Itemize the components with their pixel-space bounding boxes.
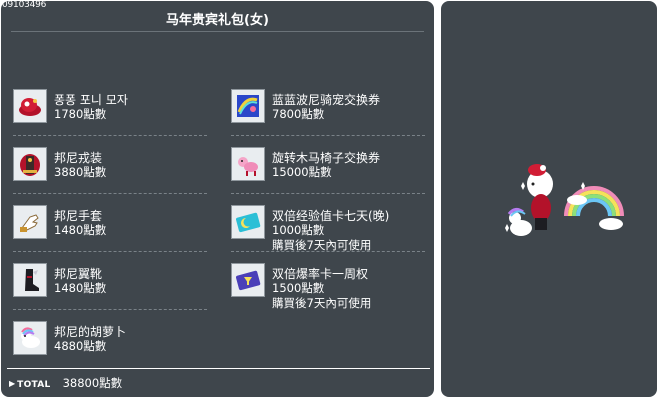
item-divider — [13, 193, 207, 194]
package-item[interactable]: 퐁퐁 포니 모자 1780點數 — [13, 89, 213, 129]
item-price: 1480點數 — [54, 281, 107, 295]
carousel-chair-icon — [231, 147, 265, 181]
package-item[interactable]: 蓝蓝波尼骑宠交换券 7800點數 — [231, 89, 431, 129]
total-divider — [7, 368, 430, 369]
winged-boots-icon — [13, 263, 47, 297]
item-price: 15000點數 — [272, 165, 332, 179]
item-price: 1780點數 — [54, 107, 107, 121]
package-title: 马年贵宾礼包(女) — [166, 13, 269, 28]
pony-hat-icon — [13, 89, 47, 123]
package-panel: 09103496 马年贵宾礼包(女) 퐁퐁 포니 모자 1780點數 邦尼戎装 … — [1, 0, 434, 397]
package-item[interactable]: 邦尼的胡萝卜 4880點數 — [13, 321, 213, 361]
character-preview-panel — [441, 1, 657, 397]
package-item[interactable]: 邦尼翼靴 1480點數 — [13, 263, 213, 303]
item-price: 1500點數 — [272, 281, 325, 295]
total-value: 38800點數 — [62, 376, 123, 390]
armor-outfit-icon — [13, 147, 47, 181]
item-price: 4880點數 — [54, 339, 107, 353]
glove-icon — [13, 205, 47, 239]
package-item[interactable]: 邦尼手套 1480點數 — [13, 205, 213, 245]
item-divider — [13, 309, 207, 310]
item-price: 3880點數 — [54, 165, 107, 179]
package-item[interactable]: 双倍经验值卡七天(晚) 1000點數 購買後7天內可使用 — [231, 205, 431, 252]
package-item[interactable]: 双倍爆率卡一周权 1500點數 購買後7天內可使用 — [231, 263, 431, 310]
package-item[interactable]: 旋转木马椅子交换券 15000點數 — [231, 147, 431, 187]
item-price: 1480點數 — [54, 223, 107, 237]
item-divider — [13, 251, 207, 252]
item-price: 1000點數 — [272, 223, 325, 237]
item-divider — [13, 135, 207, 136]
item-divider — [231, 193, 425, 194]
character-preview-image — [505, 164, 624, 236]
exp-card-icon — [231, 205, 265, 239]
drop-card-icon — [231, 263, 265, 297]
bullet-icon: ▶ — [9, 379, 16, 388]
item-price: 7800點數 — [272, 107, 325, 121]
total-label: TOTAL — [17, 380, 51, 390]
title-divider — [11, 31, 424, 32]
package-item[interactable]: 邦尼戎装 3880點數 — [13, 147, 213, 187]
item-note: 購買後7天內可使用 — [272, 296, 372, 310]
item-divider — [231, 135, 425, 136]
mount-voucher-icon — [231, 89, 265, 123]
rainbow-pony-icon — [13, 321, 47, 355]
item-divider — [231, 251, 425, 252]
total-row: ▶ TOTAL 38800點數 — [9, 375, 122, 391]
